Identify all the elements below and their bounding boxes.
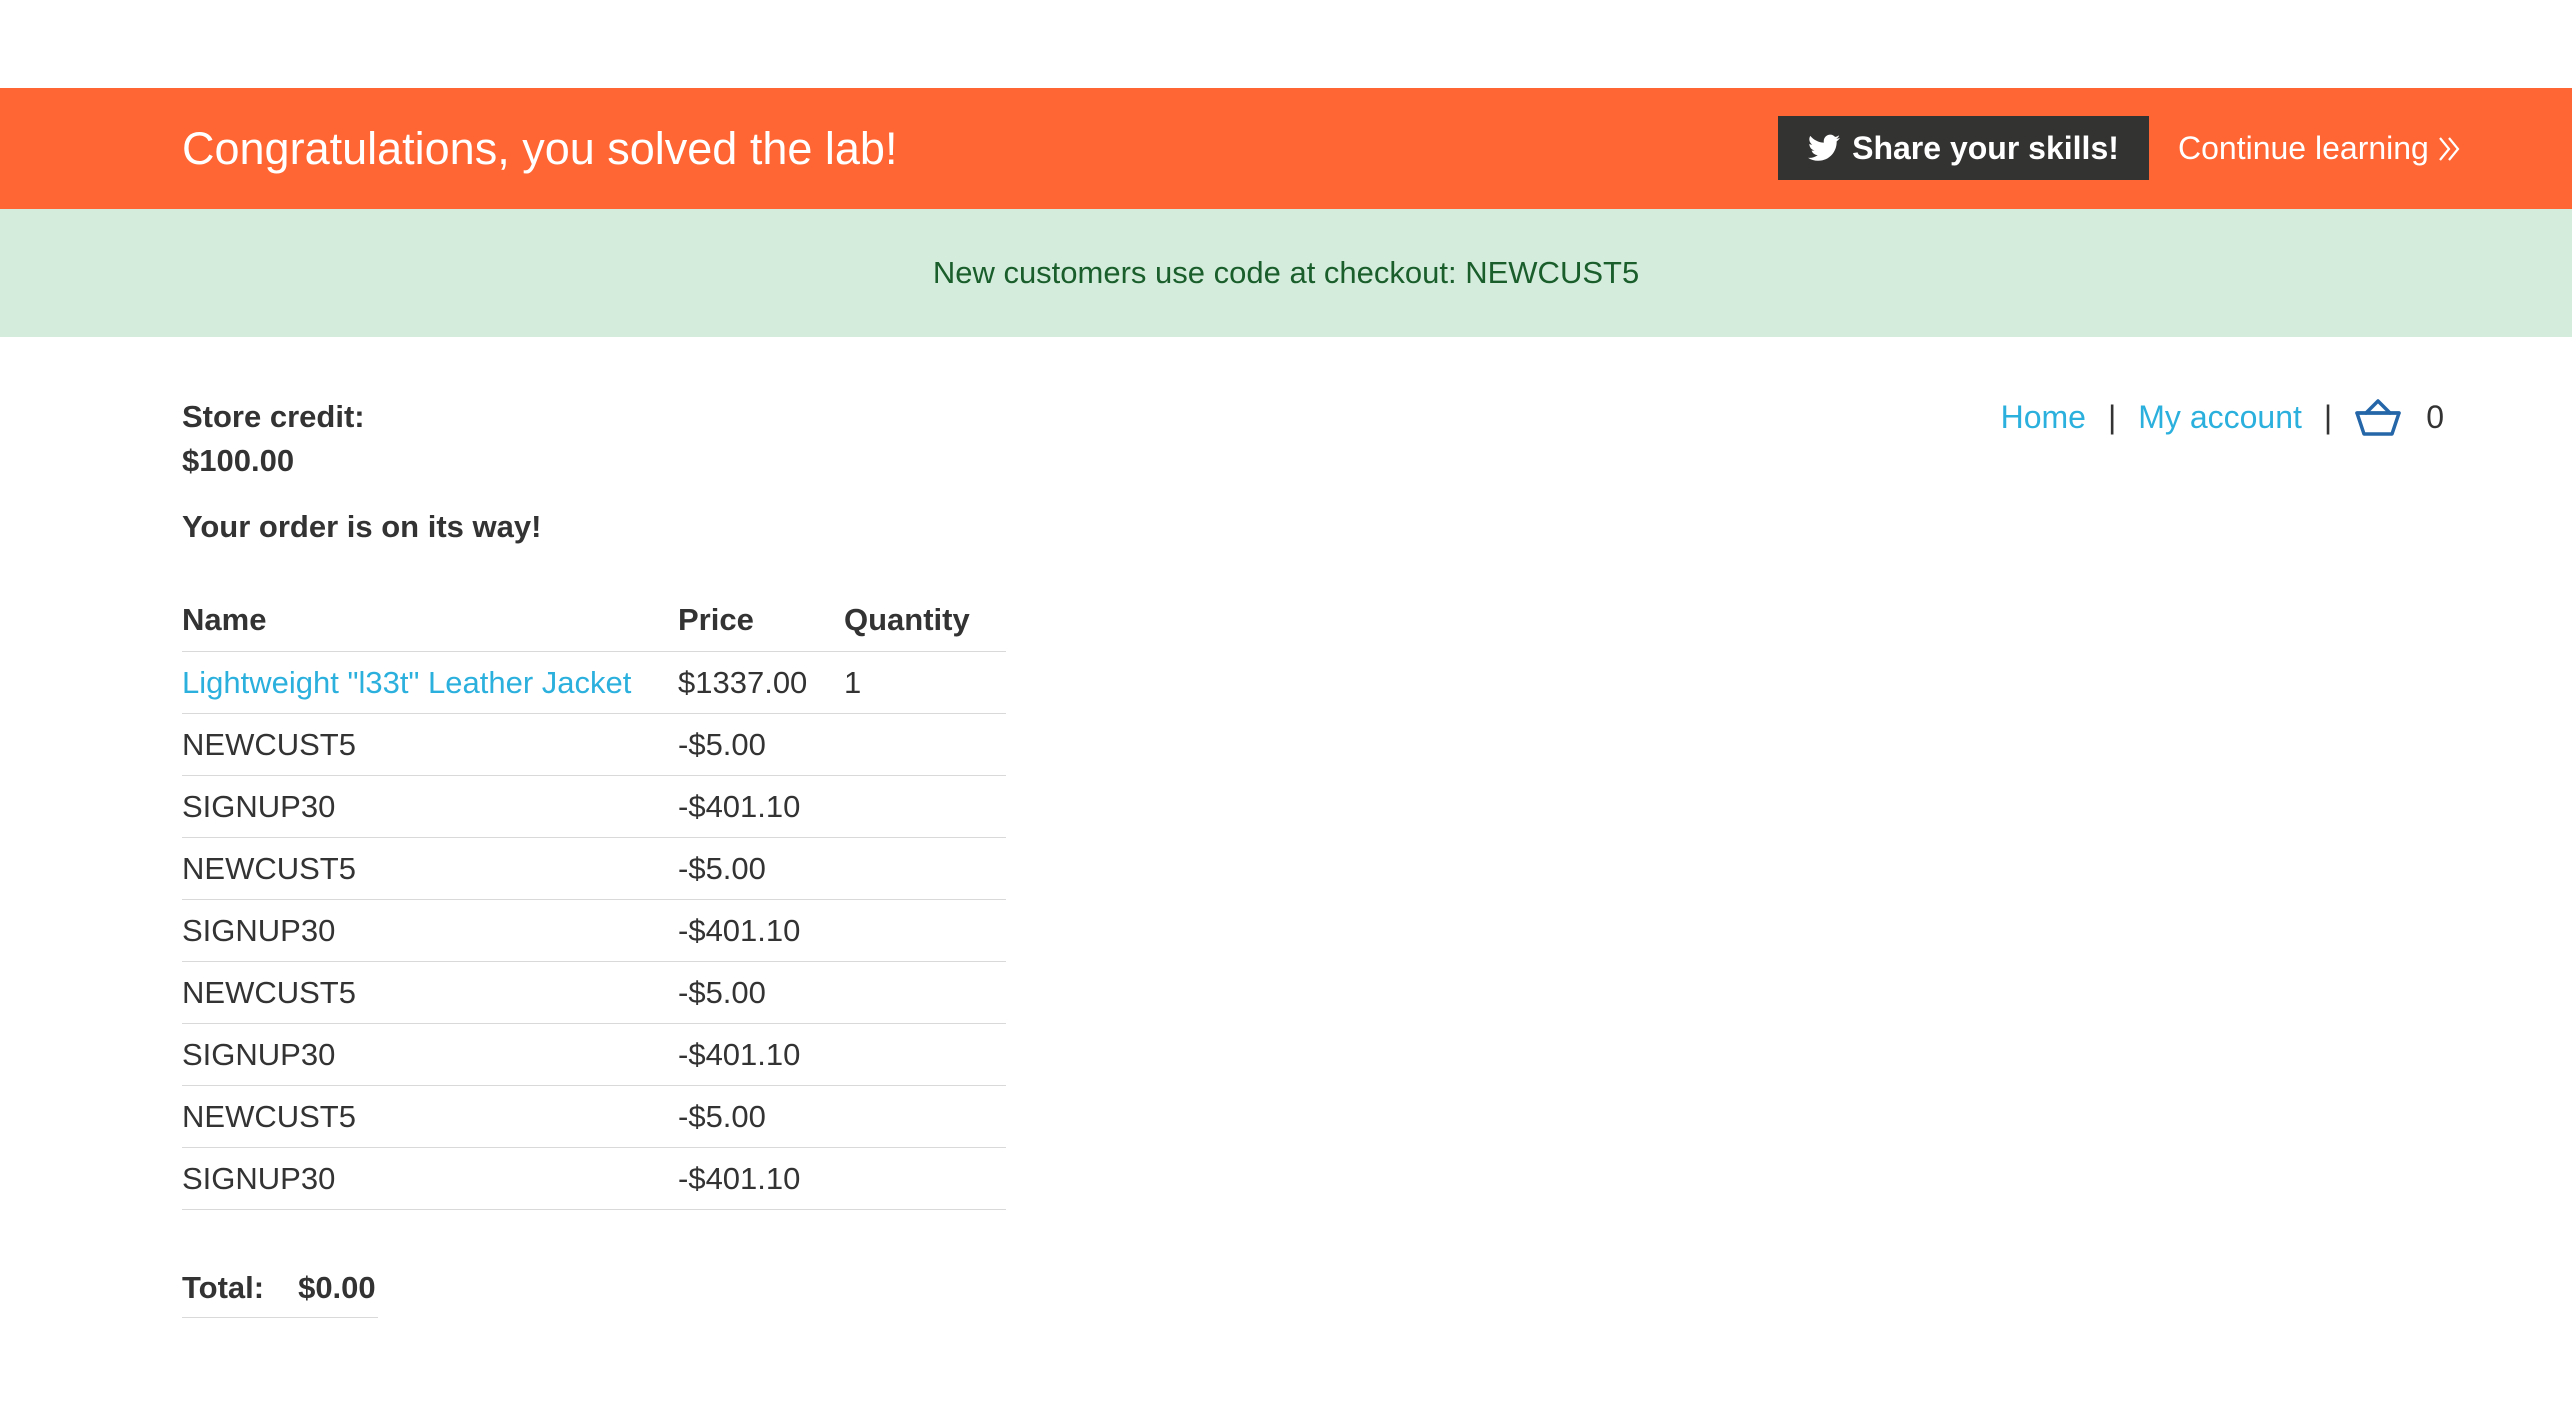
table-row: SIGNUP30 -$401.10 bbox=[182, 775, 1006, 838]
nav-separator: | bbox=[2107, 398, 2117, 435]
item-quantity-cell bbox=[844, 1147, 1006, 1210]
column-header-quantity: Quantity bbox=[844, 589, 1006, 652]
item-price-cell: -$5.00 bbox=[678, 1085, 844, 1148]
item-quantity-cell bbox=[844, 713, 1006, 776]
item-name-cell: NEWCUST5 bbox=[182, 1085, 678, 1148]
item-price-cell: -$401.10 bbox=[678, 899, 844, 962]
order-status-message: Your order is on its way! bbox=[182, 509, 542, 544]
item-quantity-cell: 1 bbox=[844, 651, 1006, 714]
order-table: Name Price Quantity Lightweight "l33t" L… bbox=[182, 589, 1006, 1210]
order-confirmation: Store credit: $100.00 Home | My account … bbox=[0, 337, 2572, 1412]
product-link[interactable]: Lightweight "l33t" Leather Jacket bbox=[182, 665, 631, 700]
item-quantity-cell bbox=[844, 775, 1006, 838]
item-price-cell: -$401.10 bbox=[678, 1147, 844, 1210]
top-spacer bbox=[0, 0, 2572, 88]
promo-notice: New customers use code at checkout: NEWC… bbox=[0, 209, 2572, 337]
cart-count: 0 bbox=[2426, 398, 2444, 435]
item-name-cell: NEWCUST5 bbox=[182, 961, 678, 1024]
item-name-cell: SIGNUP30 bbox=[182, 899, 678, 962]
share-skills-button[interactable]: Share your skills! bbox=[1778, 116, 2149, 180]
item-price-cell: -$5.00 bbox=[678, 961, 844, 1024]
item-price-cell: -$5.00 bbox=[678, 837, 844, 900]
item-name-cell: Lightweight "l33t" Leather Jacket bbox=[182, 651, 678, 714]
store-credit: Store credit: $100.00 bbox=[182, 395, 365, 483]
store-credit-value: $100.00 bbox=[182, 443, 295, 478]
continue-learning-link[interactable]: Continue learning bbox=[2178, 88, 2463, 209]
table-row: SIGNUP30 -$401.10 bbox=[182, 1147, 1006, 1210]
header-nav: Home | My account | 0 bbox=[2001, 395, 2444, 439]
item-quantity-cell bbox=[844, 1023, 1006, 1086]
basket-icon[interactable] bbox=[2354, 397, 2402, 437]
nav-my-account-link[interactable]: My account bbox=[2138, 399, 2302, 436]
item-quantity-cell bbox=[844, 837, 1006, 900]
table-row: NEWCUST5 -$5.00 bbox=[182, 713, 1006, 776]
nav-separator: | bbox=[2323, 398, 2333, 435]
share-skills-label: Share your skills! bbox=[1852, 129, 2119, 166]
total-label: Total: bbox=[182, 1270, 265, 1305]
twitter-bird-icon bbox=[1808, 134, 1841, 161]
item-name-cell: SIGNUP30 bbox=[182, 1023, 678, 1086]
item-name-cell: NEWCUST5 bbox=[182, 713, 678, 776]
item-name-cell: SIGNUP30 bbox=[182, 1147, 678, 1210]
item-price-cell: -$5.00 bbox=[678, 713, 844, 776]
order-total: Total: $0.00 bbox=[182, 1259, 378, 1318]
nav-home-link[interactable]: Home bbox=[2001, 399, 2086, 436]
column-header-price: Price bbox=[678, 589, 844, 652]
item-quantity-cell bbox=[844, 961, 1006, 1024]
banner-title: Congratulations, you solved the lab! bbox=[182, 123, 898, 174]
item-price-cell: $1337.00 bbox=[678, 651, 844, 714]
table-row: SIGNUP30 -$401.10 bbox=[182, 899, 1006, 962]
table-row: Lightweight "l33t" Leather Jacket $1337.… bbox=[182, 651, 1006, 714]
item-price-cell: -$401.10 bbox=[678, 1023, 844, 1086]
promo-notice-text: New customers use code at checkout: NEWC… bbox=[932, 255, 1640, 290]
table-row: NEWCUST5 -$5.00 bbox=[182, 961, 1006, 1024]
lab-solved-banner: Congratulations, you solved the lab! Sha… bbox=[0, 88, 2572, 209]
column-header-name: Name bbox=[182, 589, 678, 652]
item-price-cell: -$401.10 bbox=[678, 775, 844, 838]
item-name-cell: SIGNUP30 bbox=[182, 775, 678, 838]
double-chevron-right-icon bbox=[2438, 136, 2460, 161]
table-row: SIGNUP30 -$401.10 bbox=[182, 1023, 1006, 1086]
order-table-header: Name Price Quantity bbox=[182, 589, 1006, 652]
item-quantity-cell bbox=[844, 1085, 1006, 1148]
table-row: NEWCUST5 -$5.00 bbox=[182, 837, 1006, 900]
table-row: NEWCUST5 -$5.00 bbox=[182, 1085, 1006, 1148]
store-credit-label: Store credit: bbox=[182, 399, 365, 434]
item-name-cell: NEWCUST5 bbox=[182, 837, 678, 900]
item-quantity-cell bbox=[844, 899, 1006, 962]
continue-learning-label: Continue learning bbox=[2178, 130, 2429, 166]
total-value: $0.00 bbox=[298, 1270, 376, 1305]
